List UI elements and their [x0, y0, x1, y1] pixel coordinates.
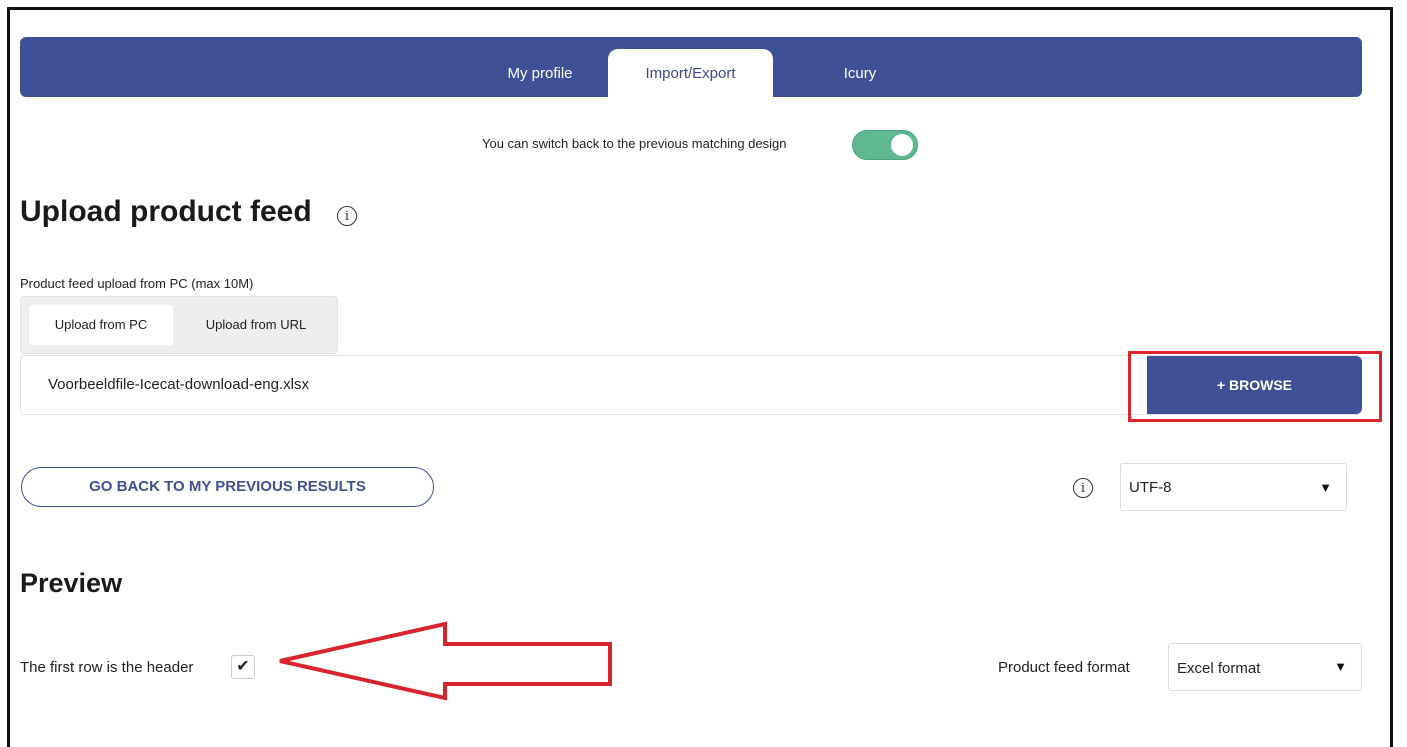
annotation-arrow-icon — [279, 621, 612, 701]
selected-file-name: Voorbeeldfile-Icecat-download-eng.xlsx — [48, 376, 309, 393]
format-label: Product feed format — [998, 659, 1130, 676]
tab-import-export[interactable]: Import/Export — [608, 49, 773, 97]
upload-info-icon[interactable]: i — [337, 206, 357, 226]
design-toggle-row: You can switch back to the previous matc… — [0, 128, 1407, 162]
upload-title: Upload product feed — [20, 195, 312, 228]
design-toggle-text: You can switch back to the previous matc… — [482, 136, 787, 151]
annotation-highlight-box — [1128, 351, 1382, 422]
chevron-down-icon: ▼ — [1334, 659, 1347, 674]
encoding-value: UTF-8 — [1129, 479, 1172, 496]
toggle-knob — [891, 134, 913, 156]
upload-source-label: Product feed upload from PC (max 10M) — [20, 276, 254, 291]
format-value: Excel format — [1177, 660, 1261, 677]
go-back-button[interactable]: GO BACK TO MY PREVIOUS RESULTS — [21, 467, 434, 507]
tab-upload-from-pc[interactable]: Upload from PC — [29, 305, 173, 345]
encoding-info-icon[interactable]: i — [1073, 478, 1093, 498]
header-row-checkbox[interactable]: ✔ — [231, 655, 255, 679]
design-toggle-switch[interactable] — [852, 130, 918, 160]
preview-title: Preview — [20, 568, 123, 598]
tab-my-profile[interactable]: My profile — [470, 49, 610, 97]
tab-upload-from-url[interactable]: Upload from URL — [181, 305, 331, 345]
format-select[interactable]: Excel format ▼ — [1168, 643, 1362, 691]
header-row-label: The first row is the header — [20, 659, 194, 676]
encoding-select[interactable]: UTF-8 ▼ — [1120, 463, 1347, 511]
top-navbar: My profile Import/Export Icury — [20, 37, 1362, 97]
upload-source-tabs: Upload from PC Upload from URL — [20, 296, 338, 354]
chevron-down-icon: ▼ — [1319, 480, 1332, 495]
tab-icury[interactable]: Icury — [800, 49, 920, 97]
